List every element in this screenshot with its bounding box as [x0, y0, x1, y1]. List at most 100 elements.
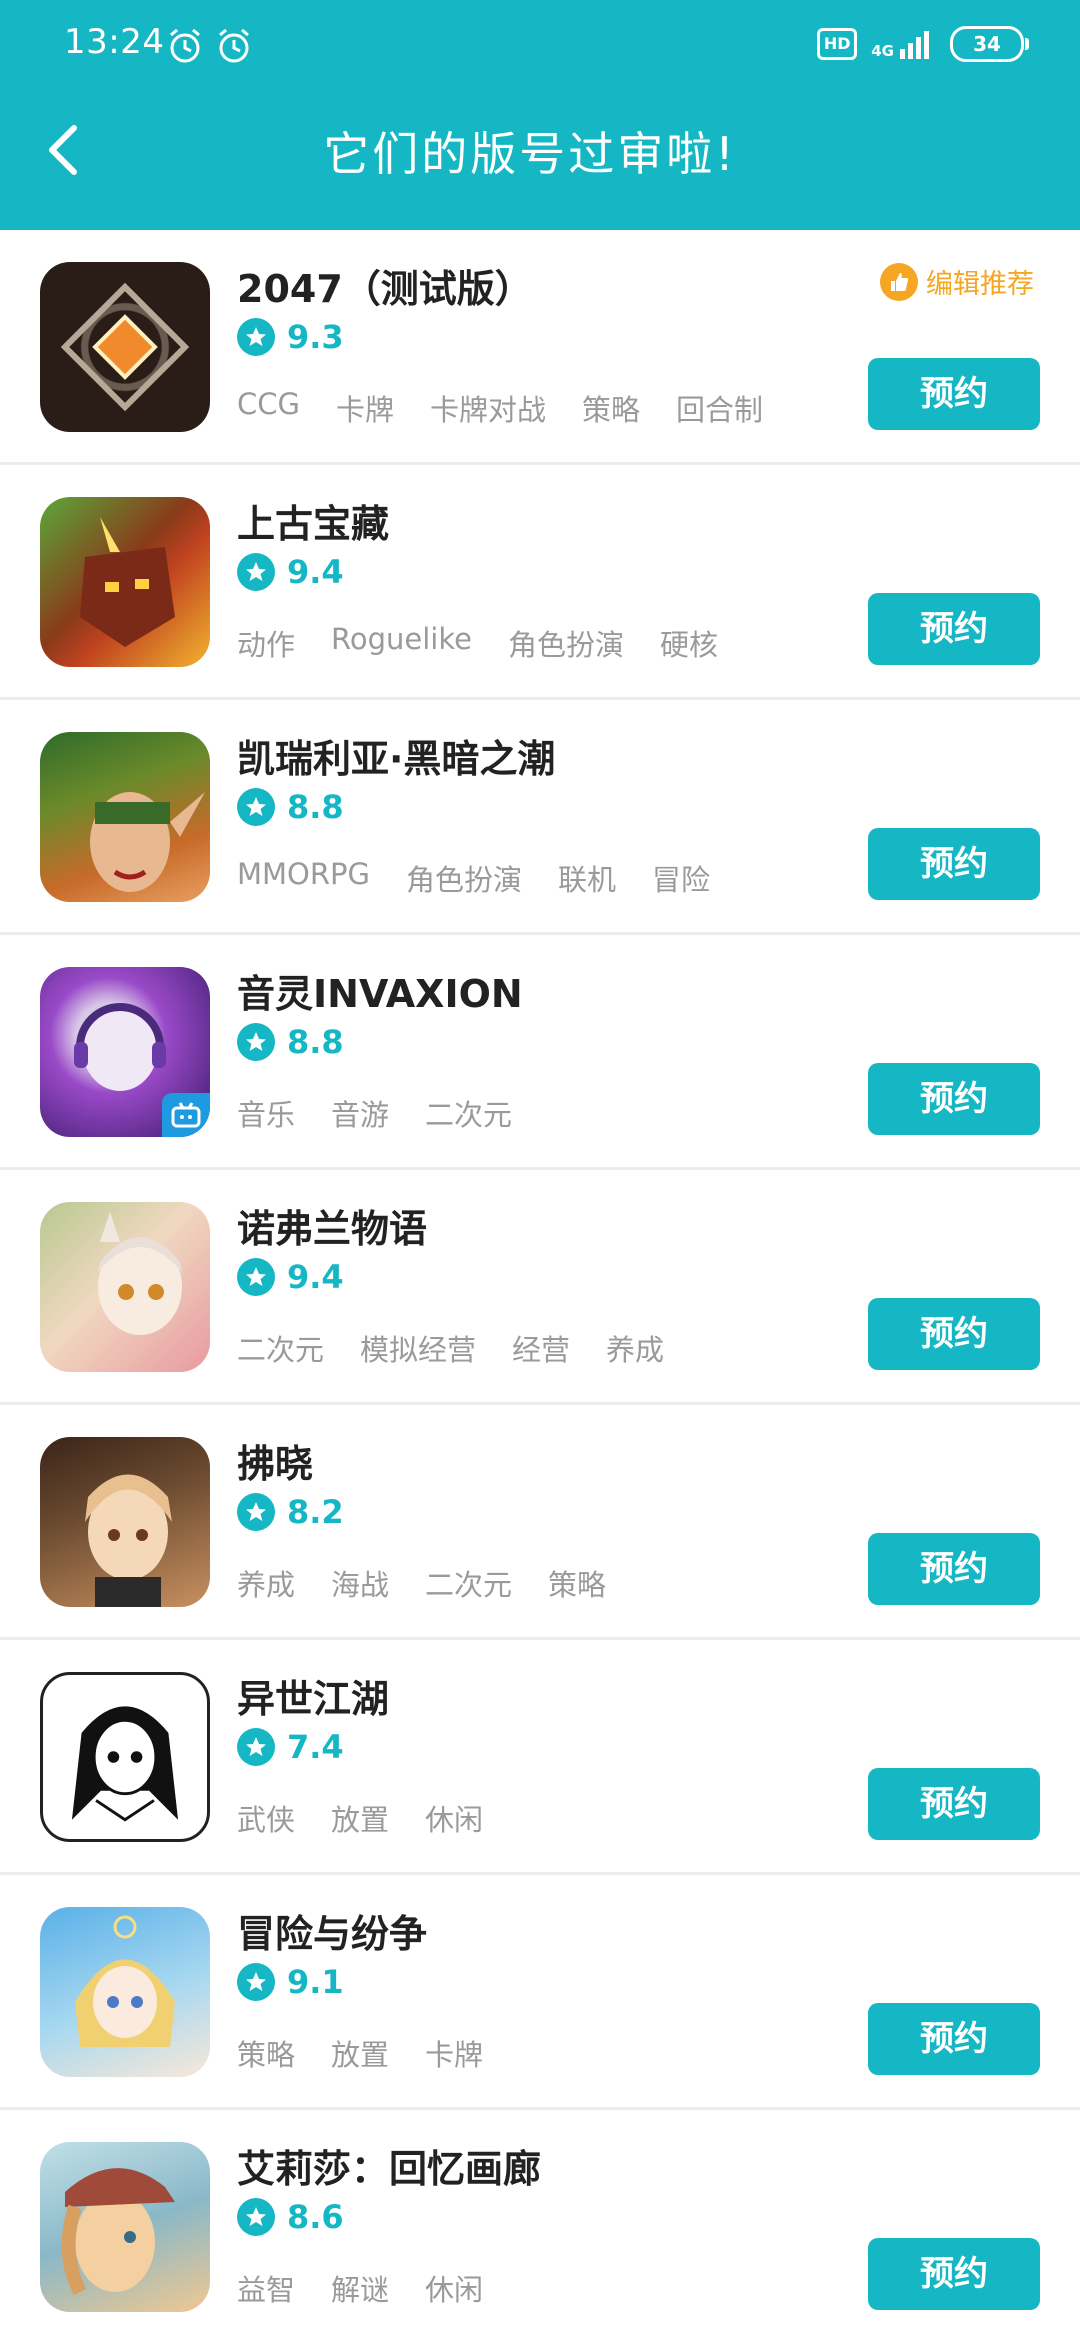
- anime-boy-icon: [85, 1474, 172, 1607]
- tag[interactable]: 策略: [237, 2032, 295, 2074]
- game-name: 上古宝藏: [237, 502, 390, 546]
- game-name: 音灵INVAXION: [237, 972, 523, 1016]
- list-item[interactable]: 拂晓 8.2 养成 海战 二次元 策略 预约: [0, 1405, 1080, 1640]
- reserve-button[interactable]: 预约: [868, 2003, 1040, 2075]
- list-item[interactable]: 诺弗兰物语 9.4 二次元 模拟经营 经营 养成 预约: [0, 1170, 1080, 1405]
- rating: 7.4: [237, 1728, 344, 1766]
- tag[interactable]: 策略: [548, 1562, 606, 1604]
- rating-value: 9.1: [287, 1963, 344, 2001]
- game-icon[interactable]: [40, 967, 210, 1137]
- rating: 8.2: [237, 1493, 344, 1531]
- warrior-mask-icon: [80, 517, 175, 647]
- game-name: 2047（测试版）: [237, 267, 533, 311]
- list-item[interactable]: 冒险与纷争 9.1 策略 放置 卡牌 预约: [0, 1875, 1080, 2110]
- tag[interactable]: 二次元: [237, 1327, 324, 1369]
- ink-girl-icon: [71, 1706, 179, 1822]
- tag[interactable]: 卡牌: [336, 387, 394, 429]
- tag[interactable]: 养成: [237, 1562, 295, 1604]
- tag[interactable]: 休闲: [425, 1797, 483, 1839]
- tag-list: 二次元 模拟经营 经营 养成: [237, 1327, 664, 1369]
- tag[interactable]: 动作: [237, 622, 295, 664]
- reserve-button[interactable]: 预约: [868, 1533, 1040, 1605]
- reserve-button[interactable]: 预约: [868, 593, 1040, 665]
- rating-value: 9.4: [287, 553, 344, 591]
- tag-list: 策略 放置 卡牌: [237, 2032, 483, 2074]
- game-icon[interactable]: [40, 1672, 210, 1842]
- rating-value: 8.6: [287, 2198, 344, 2236]
- tag[interactable]: 二次元: [425, 1092, 512, 1134]
- game-icon[interactable]: [40, 1437, 210, 1607]
- rating-value: 7.4: [287, 1728, 344, 1766]
- tag[interactable]: 角色扮演: [508, 622, 624, 664]
- tag[interactable]: 经营: [512, 1327, 570, 1369]
- tag[interactable]: Roguelike: [331, 622, 472, 664]
- list-item[interactable]: 上古宝藏 9.4 动作 Roguelike 角色扮演 硬核 预约: [0, 465, 1080, 700]
- tag[interactable]: CCG: [237, 387, 300, 429]
- tag[interactable]: 益智: [237, 2267, 295, 2309]
- tag[interactable]: 二次元: [425, 1562, 512, 1604]
- star-icon: [237, 2198, 275, 2236]
- tag[interactable]: 武侠: [237, 1797, 295, 1839]
- list-item[interactable]: 异世江湖 7.4 武侠 放置 休闲 预约: [0, 1640, 1080, 1875]
- rating: 9.4: [237, 1258, 344, 1296]
- star-icon: [237, 1023, 275, 1061]
- tag[interactable]: 放置: [331, 1797, 389, 1839]
- game-name: 冒险与纷争: [237, 1912, 428, 1956]
- reserve-button[interactable]: 预约: [868, 1298, 1040, 1370]
- tag[interactable]: 音乐: [237, 1092, 295, 1134]
- tag[interactable]: 养成: [606, 1327, 664, 1369]
- reserve-button[interactable]: 预约: [868, 828, 1040, 900]
- game-icon[interactable]: [40, 497, 210, 667]
- game-name: 异世江湖: [237, 1677, 390, 1721]
- game-list: 2047（测试版） 9.3 CCG 卡牌 卡牌对战 策略 回合制 编辑推荐 预约: [0, 230, 1080, 2345]
- signal-icon: [900, 31, 929, 59]
- page-title: 它们的版号过审啦!: [323, 127, 737, 181]
- app-header: 13:24 HD 4G 34 它们的版号过审啦!: [0, 0, 1080, 230]
- tag[interactable]: 卡牌对战: [430, 387, 546, 429]
- rating: 9.4: [237, 553, 344, 591]
- tag[interactable]: 解谜: [331, 2267, 389, 2309]
- tag-list: MMORPG 角色扮演 联机 冒险: [237, 857, 710, 899]
- tag[interactable]: 硬核: [660, 622, 718, 664]
- game-icon[interactable]: [40, 1907, 210, 2077]
- rating-value: 8.8: [287, 788, 344, 826]
- list-item[interactable]: 音灵INVAXION 8.8 音乐 音游 二次元 预约: [0, 935, 1080, 1170]
- alarm-icon: [219, 28, 249, 63]
- tag-list: 动作 Roguelike 角色扮演 硬核: [237, 622, 718, 664]
- tag[interactable]: 策略: [582, 387, 640, 429]
- elf-portrait-icon: [90, 792, 205, 892]
- editor-pick-label: 编辑推荐: [926, 269, 1034, 300]
- tag[interactable]: 海战: [331, 1562, 389, 1604]
- rating: 9.1: [237, 1963, 344, 2001]
- list-item[interactable]: 2047（测试版） 9.3 CCG 卡牌 卡牌对战 策略 回合制 编辑推荐 预约: [0, 230, 1080, 465]
- tag[interactable]: 音游: [331, 1092, 389, 1134]
- tag[interactable]: 放置: [331, 2032, 389, 2074]
- reserve-button[interactable]: 预约: [868, 1768, 1040, 1840]
- reserve-button[interactable]: 预约: [868, 358, 1040, 430]
- rating: 9.3: [237, 318, 344, 356]
- tag[interactable]: 休闲: [425, 2267, 483, 2309]
- reserve-button[interactable]: 预约: [868, 1063, 1040, 1135]
- tag[interactable]: 回合制: [676, 387, 763, 429]
- rating-value: 8.8: [287, 1023, 344, 1061]
- star-icon: [237, 553, 275, 591]
- game-icon[interactable]: [40, 262, 210, 432]
- game-icon[interactable]: [40, 1202, 210, 1372]
- list-item[interactable]: 凯瑞利亚·黑暗之潮 8.8 MMORPG 角色扮演 联机 冒险 预约: [0, 700, 1080, 935]
- game-icon[interactable]: [40, 732, 210, 902]
- reserve-button[interactable]: 预约: [868, 2238, 1040, 2310]
- tag[interactable]: 模拟经营: [360, 1327, 476, 1369]
- tag[interactable]: MMORPG: [237, 857, 370, 899]
- girl-with-cap-icon: [61, 2168, 175, 2296]
- tag[interactable]: 角色扮演: [406, 857, 522, 899]
- tag[interactable]: 冒险: [652, 857, 710, 899]
- status-bar: 13:24 HD 4G 34: [0, 0, 1080, 90]
- anime-princess-icon: [75, 1915, 175, 2047]
- hd-badge: HD: [817, 28, 858, 60]
- tag[interactable]: 联机: [558, 857, 616, 899]
- tag[interactable]: 卡牌: [425, 2032, 483, 2074]
- star-icon: [237, 318, 275, 356]
- star-icon: [237, 788, 275, 826]
- list-item[interactable]: 艾莉莎：回忆画廊 8.6 益智 解谜 休闲 预约: [0, 2110, 1080, 2345]
- game-icon[interactable]: [40, 2142, 210, 2312]
